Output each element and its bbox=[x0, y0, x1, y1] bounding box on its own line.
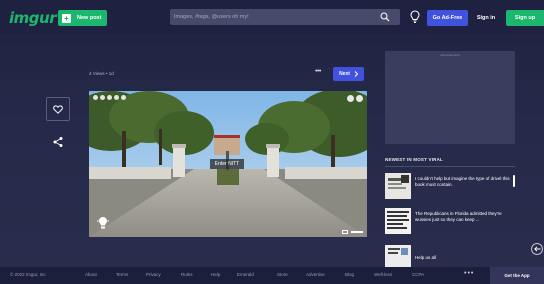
footer-link-privacy[interactable]: Privacy bbox=[146, 272, 161, 277]
lightbulb-icon[interactable] bbox=[410, 10, 420, 24]
more-options-button[interactable]: ••• bbox=[315, 68, 321, 75]
new-post-label: New post bbox=[77, 15, 102, 21]
divider bbox=[385, 166, 515, 167]
ad-label: Advertisement bbox=[440, 53, 460, 57]
dot-icon bbox=[107, 95, 112, 100]
viral-item[interactable]: I couldn't help but imagine the type of … bbox=[385, 173, 517, 203]
settings-icon[interactable] bbox=[356, 95, 363, 102]
post-thumbnail bbox=[385, 208, 411, 234]
image-dots[interactable] bbox=[93, 95, 126, 100]
share-icon[interactable] bbox=[52, 136, 64, 148]
footer-link-ccpa[interactable]: CCPA bbox=[412, 272, 424, 277]
footer-link-blog[interactable]: Blog bbox=[345, 272, 354, 277]
viral-item-title: The Republicans in Florida admitted they… bbox=[415, 211, 502, 222]
next-label: Next bbox=[339, 71, 350, 77]
footer: © 2022 Imgur, Inc About Terms Privacy Ru… bbox=[0, 267, 544, 284]
go-adfree-button[interactable]: Go Ad-Free bbox=[427, 10, 468, 26]
heart-icon bbox=[53, 104, 63, 114]
image-bottom-controls bbox=[342, 230, 363, 234]
footer-link-about[interactable]: About bbox=[85, 272, 97, 277]
tweet-thumbnail bbox=[385, 208, 411, 234]
dot-icon bbox=[93, 95, 98, 100]
post-meta: 4 Views • 1d bbox=[89, 71, 114, 76]
post-thumbnail bbox=[385, 173, 411, 199]
search-input[interactable] bbox=[170, 9, 370, 25]
scrollbar-thumb[interactable] bbox=[513, 175, 515, 187]
imgur-logo[interactable]: imgur bbox=[9, 9, 57, 27]
ad-slot[interactable]: Advertisement bbox=[385, 51, 515, 144]
get-the-app-button[interactable]: Get the App bbox=[490, 267, 544, 284]
dot-icon bbox=[114, 95, 119, 100]
post-image[interactable]: Enter NITT bbox=[89, 91, 367, 237]
footer-copyright: © 2022 Imgur, Inc bbox=[10, 272, 46, 277]
image-controls bbox=[347, 95, 363, 102]
plus-icon: + bbox=[62, 13, 71, 23]
footer-link-well-less[interactable]: Well-less bbox=[374, 272, 392, 277]
top-bar: imgur + New post Go Ad-Free Sign in Sign… bbox=[0, 0, 544, 34]
search-icon[interactable] bbox=[380, 12, 390, 22]
footer-more-button[interactable]: ••• bbox=[464, 270, 474, 277]
progress-bar bbox=[351, 231, 363, 233]
sign-text: Enter NITT bbox=[210, 159, 244, 169]
most-viral-heading: NEWEST IN MOST VIRAL bbox=[385, 157, 443, 162]
arrow-left-icon bbox=[533, 246, 540, 252]
footer-link-terms[interactable]: Terms bbox=[116, 272, 128, 277]
back-to-top-button[interactable] bbox=[531, 243, 543, 255]
footer-link-advertise[interactable]: Advertise bbox=[306, 272, 325, 277]
dot-icon bbox=[121, 95, 126, 100]
footer-link-rules[interactable]: Rules bbox=[181, 272, 193, 277]
next-post-button[interactable]: Next bbox=[333, 67, 364, 81]
viral-item-title: Help us all bbox=[415, 255, 437, 260]
dot-icon bbox=[100, 95, 105, 100]
panorama-icon[interactable] bbox=[96, 216, 110, 232]
expand-icon[interactable] bbox=[347, 95, 354, 102]
sign-up-button[interactable]: Sign up bbox=[506, 10, 544, 26]
new-post-button[interactable]: + New post bbox=[58, 10, 107, 26]
favorite-button[interactable] bbox=[46, 97, 70, 121]
fullscreen-icon[interactable] bbox=[342, 230, 348, 234]
search-bar bbox=[170, 9, 400, 25]
chevron-right-icon bbox=[354, 71, 358, 77]
footer-link-help[interactable]: Help bbox=[211, 272, 220, 277]
footer-link-store[interactable]: Store bbox=[277, 272, 288, 277]
sign-in-link[interactable]: Sign in bbox=[474, 10, 498, 26]
viral-item[interactable]: The Republicans in Florida admitted they… bbox=[385, 208, 517, 238]
viral-item-title: I couldn't help but imagine the type of … bbox=[415, 176, 510, 187]
book-thumbnail bbox=[385, 173, 411, 199]
footer-link-emerald[interactable]: Emerald bbox=[237, 272, 254, 277]
